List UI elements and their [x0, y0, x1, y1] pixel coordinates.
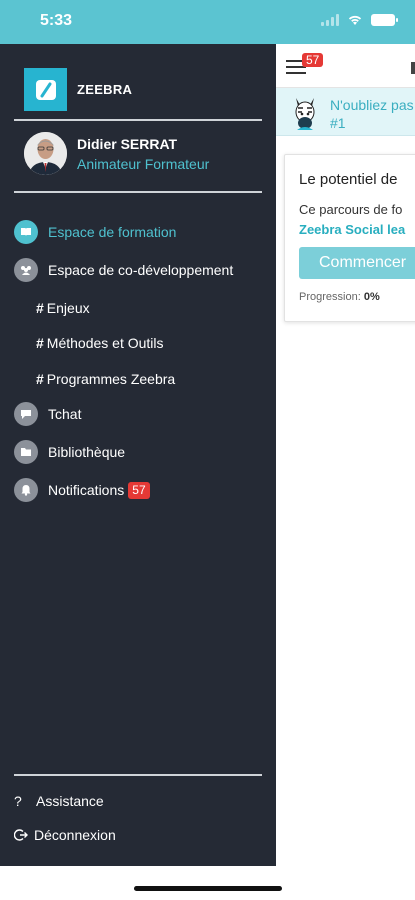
- menu-item-notifications[interactable]: Notifications 57: [14, 476, 150, 504]
- topbar-notification-badge: 57: [302, 53, 324, 67]
- zebra-mascot-icon: [295, 98, 315, 130]
- wifi-icon: [348, 15, 362, 25]
- subitem-label: Enjeux: [46, 300, 90, 316]
- topbar-right-icon[interactable]: [411, 62, 415, 74]
- menu-item-label: Bibliothèque: [48, 444, 126, 460]
- course-card: Le potentiel de Ce parcours de fo Zeebra…: [284, 154, 415, 322]
- folder-icon: [14, 440, 38, 464]
- menu-item-label: Espace de co-développement: [48, 262, 234, 278]
- status-bar: 5:33: [0, 0, 415, 44]
- user-role: Animateur Formateur: [77, 156, 210, 172]
- battery-icon: [371, 14, 398, 26]
- topbar: 57: [276, 44, 415, 88]
- assistance-label: Assistance: [36, 793, 104, 809]
- menu-item-label: Tchat: [48, 406, 82, 422]
- progress-value: 0%: [363, 291, 380, 303]
- home-area: [0, 866, 415, 900]
- notice-text: N'oubliez pas #1: [330, 96, 414, 132]
- subitem-enjeux[interactable]: # Enjeux: [36, 296, 90, 320]
- logout-icon: [14, 829, 28, 841]
- hash-icon: #: [36, 335, 44, 351]
- course-link[interactable]: Zeebra Social lea: [299, 222, 405, 237]
- logout-label: Déconnexion: [34, 827, 116, 843]
- status-time: 5:33: [40, 12, 73, 29]
- status-icons: [321, 14, 398, 26]
- menu-item-espace-codev[interactable]: Espace de co-développement: [14, 256, 233, 284]
- progress-label: Progression:: [299, 291, 361, 303]
- menu-item-label: Espace de formation: [48, 224, 177, 240]
- subitem-label: Méthodes et Outils: [46, 335, 164, 351]
- subitem-label: Programmes Zeebra: [46, 371, 176, 387]
- notice-line2: #1: [330, 115, 346, 131]
- user-name: Didier SERRAT: [77, 136, 178, 152]
- users-icon: [14, 258, 38, 282]
- chat-icon: [14, 402, 38, 426]
- course-description: Ce parcours de fo: [299, 202, 403, 217]
- main-panel: 57 N'oubliez pas #1 Le potentiel de Ce p…: [276, 44, 415, 866]
- menu-item-tchat[interactable]: Tchat: [14, 400, 81, 428]
- divider: [14, 774, 262, 776]
- bell-icon: [14, 478, 38, 502]
- subitem-methodes-outils[interactable]: # Méthodes et Outils: [36, 331, 164, 355]
- book-icon: [14, 220, 38, 244]
- course-progress: Progression: 0%: [299, 291, 380, 303]
- notice-banner[interactable]: N'oubliez pas #1: [276, 88, 415, 136]
- avatar[interactable]: [24, 132, 67, 175]
- menu-item-espace-formation[interactable]: Espace de formation: [14, 218, 176, 246]
- hash-icon: #: [36, 300, 44, 316]
- menu-item-bibliotheque[interactable]: Bibliothèque: [14, 438, 125, 466]
- subitem-programmes-zeebra[interactable]: # Programmes Zeebra: [36, 367, 175, 391]
- assistance-link[interactable]: ? Assistance: [14, 790, 104, 812]
- menu-item-label: Notifications: [48, 482, 125, 498]
- logout-link[interactable]: Déconnexion: [14, 824, 116, 846]
- course-title: Le potentiel de: [299, 171, 398, 188]
- notification-badge: 57: [128, 481, 150, 499]
- brand-name: ZEEBRA: [77, 82, 133, 97]
- help-icon: ?: [14, 793, 22, 809]
- divider: [14, 191, 262, 193]
- hash-icon: #: [36, 371, 44, 387]
- home-indicator[interactable]: [134, 886, 282, 891]
- signal-icon: [321, 14, 339, 26]
- zeebra-logo-icon: [24, 68, 67, 111]
- start-button[interactable]: Commencer: [299, 247, 415, 279]
- divider: [14, 119, 262, 121]
- notice-line1: N'oubliez pas: [330, 97, 414, 113]
- sidebar: ZEEBRA Didier SERRAT Animateur Formateur…: [0, 44, 276, 866]
